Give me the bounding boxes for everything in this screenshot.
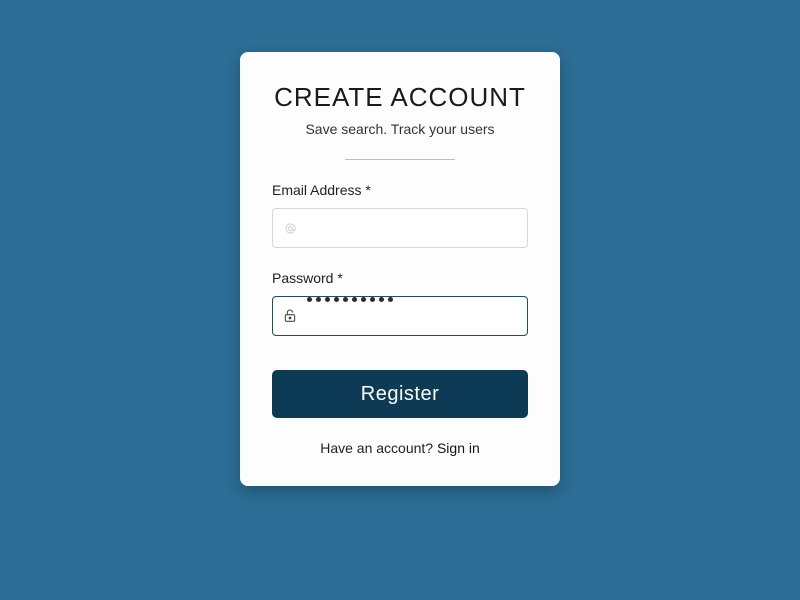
password-dot xyxy=(316,297,321,302)
email-field-group: Email Address * xyxy=(272,182,528,248)
password-dot xyxy=(343,297,348,302)
register-button[interactable]: Register xyxy=(272,370,528,418)
password-dot xyxy=(379,297,384,302)
password-dot xyxy=(370,297,375,302)
page-title: CREATE ACCOUNT xyxy=(274,82,526,113)
email-input-wrap[interactable] xyxy=(272,208,528,248)
signin-row: Have an account? Sign in xyxy=(272,440,528,456)
password-input-wrap[interactable] xyxy=(272,296,528,336)
lock-icon xyxy=(273,308,307,324)
page-subtitle: Save search. Track your users xyxy=(305,121,494,137)
signin-prompt: Have an account? xyxy=(320,440,437,456)
password-field-group: Password * xyxy=(272,270,528,336)
email-label: Email Address * xyxy=(272,182,528,198)
create-account-card: CREATE ACCOUNT Save search. Track your u… xyxy=(240,52,560,486)
signin-link[interactable]: Sign in xyxy=(437,440,480,456)
password-dot xyxy=(334,297,339,302)
divider xyxy=(345,159,455,160)
email-input[interactable] xyxy=(307,209,527,247)
password-label: Password * xyxy=(272,270,528,286)
register-form: Email Address * Password * xyxy=(272,182,528,456)
at-icon xyxy=(273,221,307,236)
password-dot xyxy=(361,297,366,302)
password-dot xyxy=(307,297,312,302)
password-dot xyxy=(388,297,393,302)
password-dot xyxy=(325,297,330,302)
password-input[interactable] xyxy=(307,297,527,335)
password-dot xyxy=(352,297,357,302)
